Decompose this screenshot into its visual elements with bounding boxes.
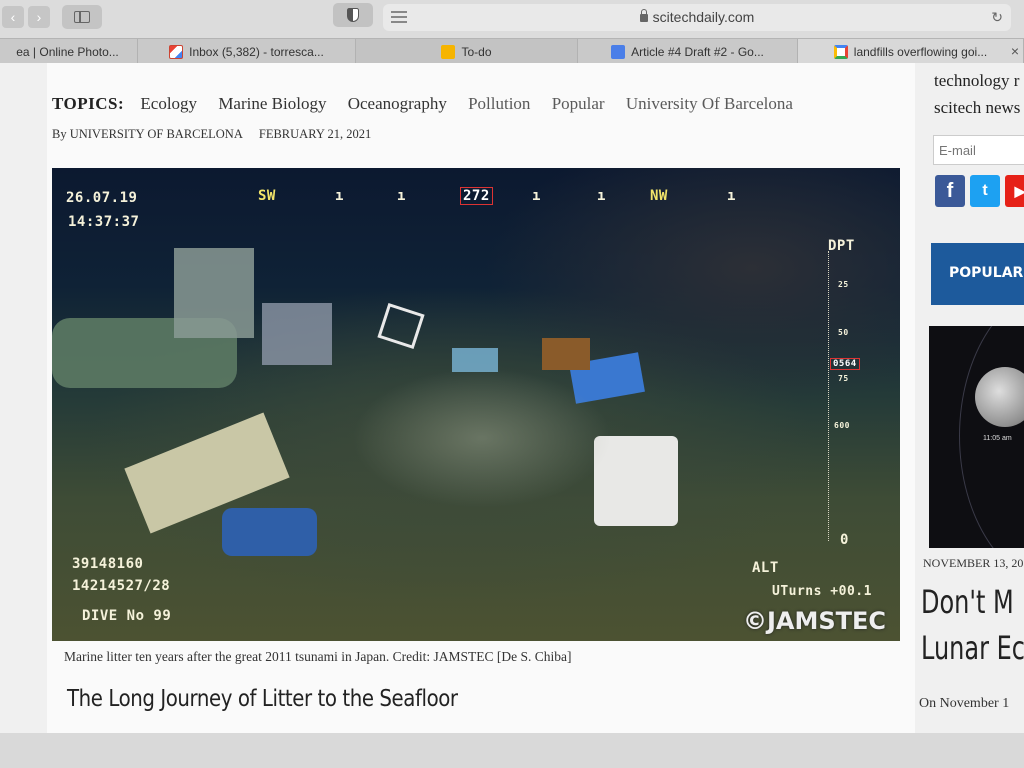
bottom-bezel (0, 733, 1024, 768)
sidebar-toggle-button[interactable] (62, 5, 102, 29)
osd-dive: DIVE No 99 (82, 608, 172, 624)
sidebar-article-date: NOVEMBER 13, 20 (923, 556, 1024, 570)
moon-time: 11:05 am (983, 435, 1012, 442)
sidebar-icon (74, 11, 90, 23)
browser-toolbar: ‹ › scitechdaily.com ↻ (0, 0, 1024, 38)
email-field[interactable] (933, 135, 1024, 165)
osd-scale-600: 600 (834, 421, 850, 430)
photo-caption: Marine litter ten years after the great … (64, 649, 572, 664)
osd-tick: ı (597, 188, 606, 204)
osd-scale-0: 0 (840, 532, 849, 548)
topics-label: TOPICS: (52, 94, 125, 113)
topic-link-ecology[interactable]: Ecology (140, 94, 197, 113)
osd-alt-label: ALT (752, 560, 779, 576)
osd-tick: ı (335, 188, 344, 204)
sidebar-text-line2: scitech news (934, 98, 1021, 117)
page-content: TOPICS: Ecology Marine Biology Oceanogra… (0, 63, 1024, 733)
heading-readout: 272 (460, 187, 493, 205)
osd-tick: ı (727, 188, 736, 204)
sidebar-article-summary: On November 1 (919, 696, 1010, 711)
depth-scale (828, 251, 830, 541)
article-subheading: The Long Journey of Litter to the Seaflo… (67, 686, 458, 712)
twitter-icon[interactable]: t (970, 175, 1000, 207)
tab-label: ea | Online Photo... (16, 44, 119, 59)
right-sidebar: technology r scitech news f t ▶ POPULAR … (919, 63, 1024, 733)
tab-online-photo[interactable]: ea | Online Photo... (0, 39, 138, 64)
osd-uturns: UTurns +00.1 (772, 584, 872, 599)
popular-articles-header: POPULAR ART (931, 243, 1024, 305)
tab-landfills[interactable]: landfills overflowing goi... × (798, 39, 1024, 64)
debris-box (262, 303, 332, 365)
osd-coord2: 14214527/28 (72, 578, 171, 594)
tab-label: landfills overflowing goi... (853, 44, 988, 59)
osd-depth: 0564 (830, 354, 860, 370)
debris-basket (542, 338, 590, 370)
shield-icon (347, 8, 359, 22)
osd-dir-nw: NW (650, 188, 668, 204)
osd-scale-50: 50 (838, 328, 849, 337)
tab-label: Inbox (5,382) - torresca... (189, 44, 324, 59)
reload-icon[interactable]: ↻ (991, 9, 1003, 26)
facebook-icon[interactable]: f (935, 175, 965, 207)
debris-crate (174, 248, 254, 338)
close-icon[interactable]: × (1011, 43, 1019, 59)
topic-link-pollution[interactable]: Pollution (468, 94, 530, 113)
tab-bar: ea | Online Photo... Inbox (5,382) - tor… (0, 38, 1024, 64)
article: TOPICS: Ecology Marine Biology Oceanogra… (47, 63, 915, 733)
topics-row: TOPICS: Ecology Marine Biology Oceanogra… (52, 94, 810, 114)
depth-readout: 0564 (830, 358, 860, 370)
tab-todo[interactable]: To-do (356, 39, 578, 64)
url-text: scitechdaily.com (652, 9, 755, 25)
sidebar-article-title-line2[interactable]: Lunar Ec (921, 629, 1024, 667)
tab-inbox[interactable]: Inbox (5,382) - torresca... (138, 39, 356, 64)
google-icon (833, 44, 848, 59)
lock-icon (639, 9, 648, 22)
osd-date: 26.07.19 (66, 190, 138, 206)
url-display[interactable]: scitechdaily.com (383, 9, 1011, 25)
address-bar[interactable]: scitechdaily.com ↻ (383, 4, 1011, 31)
osd-tick: ı (397, 188, 406, 204)
privacy-button[interactable] (333, 3, 373, 27)
author[interactable]: By UNIVERSITY OF BARCELONA (52, 127, 243, 141)
topic-link-university-of-barcelona[interactable]: University Of Barcelona (626, 94, 793, 113)
topic-link-popular[interactable]: Popular (552, 94, 605, 113)
docs-icon (611, 44, 626, 59)
publish-date: FEBRUARY 21, 2021 (258, 127, 372, 141)
byline: By UNIVERSITY OF BARCELONA FEBRUARY 21, 2… (52, 127, 371, 142)
gmail-icon (169, 44, 184, 59)
forward-button[interactable]: › (28, 6, 50, 28)
debris-barrel (222, 508, 317, 556)
topic-link-oceanography[interactable]: Oceanography (348, 94, 447, 113)
debris-frame (377, 303, 425, 349)
osd-scale-25: 25 (838, 280, 849, 289)
tab-article-draft[interactable]: Article #4 Draft #2 - Go... (578, 39, 798, 64)
osd-dpt-label: DPT (828, 238, 855, 254)
debris-field (352, 368, 612, 508)
jamstec-watermark: ©JAMSTEC (742, 607, 886, 635)
tab-label: To-do (461, 44, 492, 59)
topic-link-marine-biology[interactable]: Marine Biology (218, 94, 326, 113)
sidebar-article-title-line1[interactable]: Don't M (921, 583, 1014, 621)
osd-time: 14:37:37 (68, 214, 140, 230)
osd-tick: ı (532, 188, 541, 204)
sidebar-text-line1: technology r (934, 71, 1020, 90)
osd-dir-sw: SW (258, 188, 276, 204)
back-button[interactable]: ‹ (2, 6, 24, 28)
tab-label: Article #4 Draft #2 - Go... (631, 44, 764, 59)
lunar-eclipse-thumbnail[interactable]: 11:05 am (929, 326, 1024, 548)
youtube-icon[interactable]: ▶ (1005, 175, 1024, 207)
todo-icon (441, 44, 456, 59)
article-photo: 26.07.19 14:37:37 SW ı ı 272 ı ı NW ı DP… (52, 168, 900, 641)
osd-heading: 272 (460, 187, 493, 205)
osd-coord1: 39148160 (72, 556, 144, 572)
osd-scale-75: 75 (838, 374, 849, 383)
